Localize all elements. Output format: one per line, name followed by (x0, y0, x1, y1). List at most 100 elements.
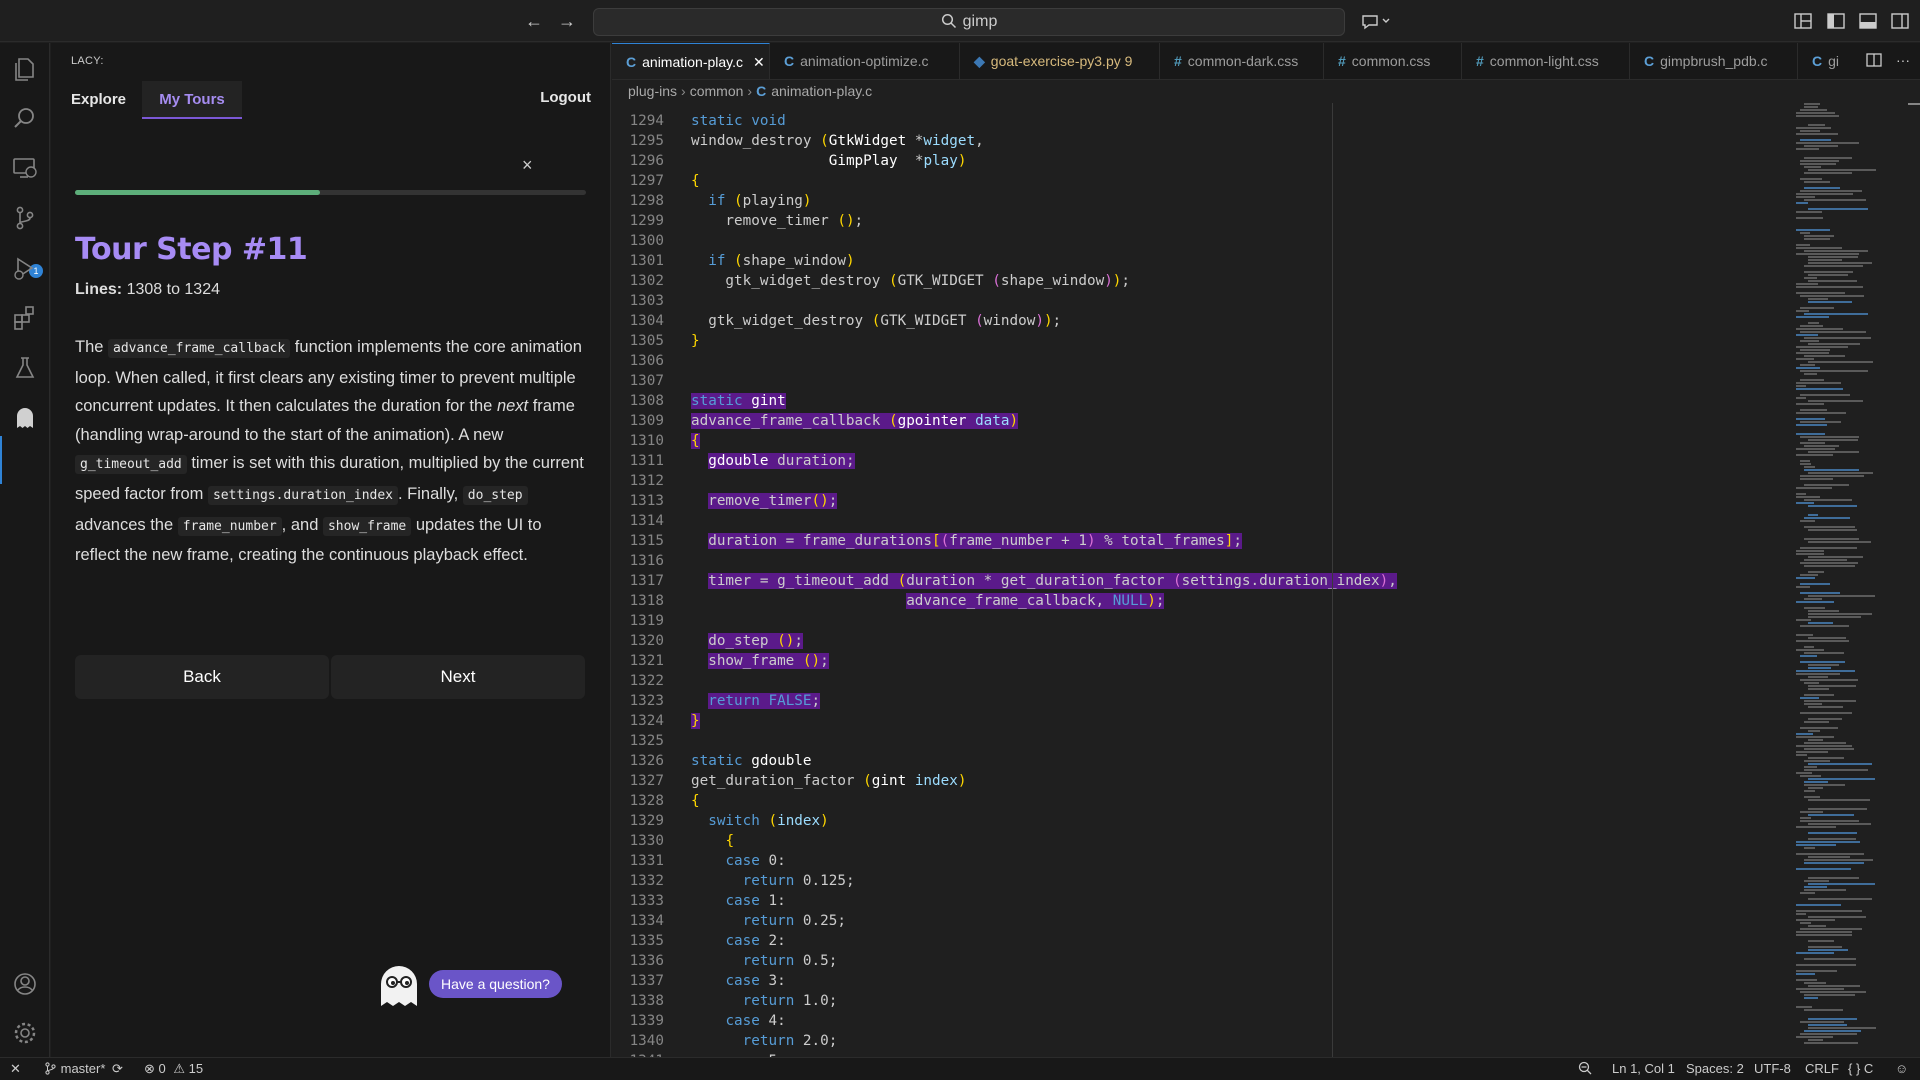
tab-explore[interactable]: Explore (71, 81, 126, 119)
tab-common-dark-css[interactable]: # common-dark.css (1160, 43, 1324, 79)
breadcrumb-item[interactable]: common (690, 83, 744, 99)
tab-animation-optimize[interactable]: Canimation-optimize.c (770, 43, 960, 79)
command-center-search[interactable]: gimp (593, 8, 1345, 36)
zoom-icon[interactable] (1578, 1058, 1592, 1080)
minimap-line (1800, 109, 1827, 111)
accounts-icon[interactable] (11, 970, 39, 998)
language-mode[interactable]: { } C (1848, 1058, 1873, 1080)
run-debug-icon[interactable] (11, 254, 39, 282)
minimap-line (1804, 703, 1822, 705)
line-text: advance_frame_callback (gpointer data) (691, 413, 1019, 429)
minimap-line (1804, 469, 1859, 471)
lines-label: Lines: (75, 281, 123, 298)
tab-goat-exercise[interactable]: ◆ goat-exercise-py3.py 9 (960, 43, 1160, 79)
settings-gear-icon[interactable] (11, 1019, 39, 1047)
editor-actions: ··· (1866, 52, 1910, 68)
tab-overflow[interactable]: Cgi (1798, 43, 1858, 79)
minimap-line (1804, 982, 1826, 984)
lacy-ghost-mascot-icon[interactable] (377, 962, 421, 1008)
minimap-line (1808, 832, 1857, 834)
toggle-panel-icon[interactable] (1858, 11, 1878, 31)
line-number: 1340 (629, 1033, 664, 1049)
code-line: 1312 (612, 471, 1784, 491)
minimap-line (1804, 742, 1846, 744)
line-number: 1316 (629, 553, 664, 569)
tab-gimpbrush-pdb[interactable]: Cgimpbrush_pdb.c (1630, 43, 1798, 79)
minimap-line (1808, 124, 1825, 126)
code-line: 1333 case 1: (612, 891, 1784, 911)
copilot-chat-icon[interactable] (1360, 11, 1390, 31)
close-tab-icon[interactable]: ✕ (753, 54, 765, 70)
minimap-line (1800, 1033, 1857, 1035)
extensions-icon[interactable] (11, 304, 39, 332)
remote-explorer-icon[interactable] (11, 154, 39, 182)
cursor-position[interactable]: Ln 1, Col 1 (1612, 1058, 1675, 1080)
minimap-line (1804, 598, 1822, 600)
active-indicator (0, 436, 2, 484)
explorer-icon[interactable] (11, 55, 39, 83)
minimap-line (1808, 301, 1852, 303)
line-text: case 0: (725, 853, 786, 869)
breadcrumb-item[interactable]: plug-ins (628, 83, 677, 99)
minimap-line (1808, 676, 1828, 678)
code-line: 1337 case 3: (612, 971, 1784, 991)
minimap-line (1800, 991, 1866, 993)
tab-animation-play[interactable]: Canimation-play.c ✕ (612, 43, 770, 79)
branch-indicator[interactable]: master* (44, 1058, 105, 1080)
minimap-line (1804, 694, 1834, 696)
next-button[interactable]: Next (331, 655, 585, 699)
code-line: 1304 gtk_widget_destroy (GTK_WIDGET (win… (612, 311, 1784, 331)
remote-indicator-icon[interactable]: ✕ (10, 1058, 21, 1080)
logout-button[interactable]: Logout (540, 89, 591, 106)
tab-my-tours[interactable]: My Tours (142, 81, 242, 119)
tab-common-css[interactable]: # common.css (1324, 43, 1462, 79)
search-text: gimp (962, 13, 998, 30)
minimap-line (1796, 142, 1859, 144)
encoding[interactable]: UTF-8 (1754, 1058, 1791, 1080)
toggle-secondary-sidebar-icon[interactable] (1890, 11, 1910, 31)
minimap-line (1796, 649, 1824, 651)
back-arrow-icon[interactable]: ← (522, 9, 546, 33)
line-text: return 0.125; (742, 873, 855, 889)
testing-flask-icon[interactable] (11, 354, 39, 382)
tab-common-light-css[interactable]: # common-light.css (1462, 43, 1630, 79)
minimap-line (1808, 739, 1823, 741)
minimap-line (1796, 844, 1836, 846)
more-actions-icon[interactable]: ··· (1896, 52, 1910, 68)
breadcrumb-item[interactable]: animation-play.c (771, 83, 872, 99)
problems-indicator[interactable]: ⊗ 0 ⚠ 15 (144, 1058, 203, 1080)
minimap-line (1796, 910, 1862, 912)
line-number: 1331 (629, 853, 664, 869)
minimap-line (1800, 775, 1821, 777)
minimap-line (1796, 934, 1852, 936)
customize-layout-icon[interactable] (1793, 11, 1813, 31)
minimap-line (1800, 331, 1866, 333)
minimap-line (1796, 979, 1817, 981)
indentation[interactable]: Spaces: 2 (1686, 1058, 1744, 1080)
close-tour-button[interactable]: × (522, 155, 533, 176)
editor-scrollbar[interactable] (1908, 103, 1920, 1057)
minimap-line (1804, 682, 1819, 684)
minimap-line (1796, 283, 1818, 285)
back-button[interactable]: Back (75, 655, 329, 699)
copilot-status-icon[interactable]: ☺ (1895, 1058, 1908, 1080)
minimap-line (1804, 784, 1845, 786)
line-ending[interactable]: CRLF (1805, 1058, 1839, 1080)
panel-nav: Explore My Tours Logout (51, 81, 611, 119)
line-number: 1309 (629, 413, 664, 429)
toggle-primary-sidebar-icon[interactable] (1826, 11, 1846, 31)
minimap-line (1808, 256, 1858, 258)
search-sidebar-icon[interactable] (11, 104, 39, 132)
lacy-ghost-icon[interactable] (11, 404, 39, 432)
minimap-line (1796, 424, 1827, 426)
minimap-line (1804, 355, 1845, 357)
forward-arrow-icon[interactable]: → (555, 9, 579, 33)
split-editor-icon[interactable] (1866, 52, 1882, 68)
sync-icon[interactable]: ⟳ (112, 1058, 123, 1080)
minimap-line (1808, 1024, 1847, 1026)
source-control-icon[interactable] (11, 204, 39, 232)
have-a-question-button[interactable]: Have a question? (429, 970, 562, 998)
code-editor[interactable]: 1293 1294 static void 1295 window_destroy (G… (612, 103, 1784, 1057)
line-text: static void (691, 113, 786, 129)
minimap[interactable] (1784, 103, 1908, 1057)
